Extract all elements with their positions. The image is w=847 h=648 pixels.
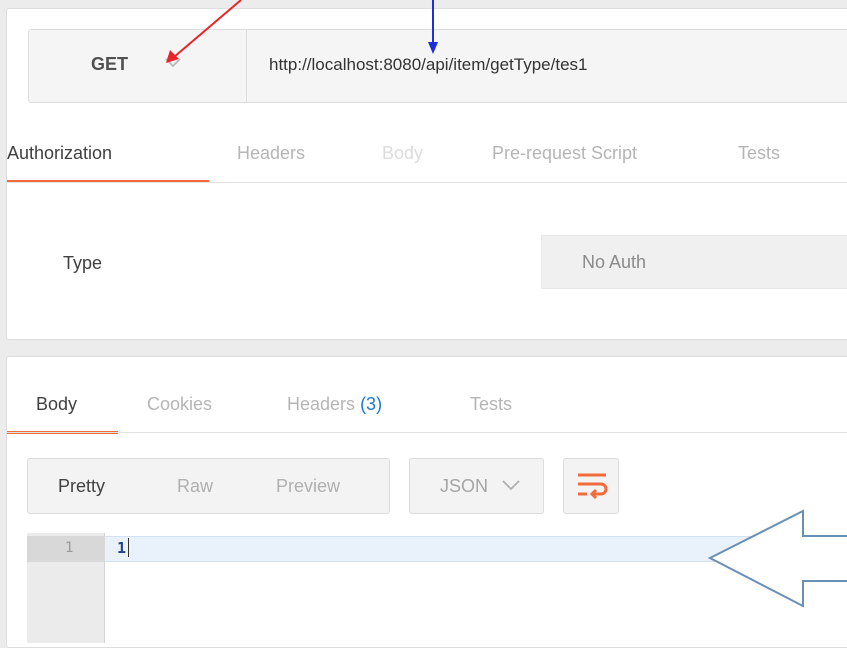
tab-pre-request-script[interactable]: Pre-request Script	[492, 143, 637, 164]
tab-tests[interactable]: Tests	[738, 143, 780, 164]
chevron-down-icon	[502, 478, 520, 496]
active-line-highlight	[105, 536, 847, 562]
headers-count-badge: (3)	[360, 394, 383, 414]
view-raw-button[interactable]: Raw	[177, 476, 213, 497]
response-tab-body[interactable]: Body	[36, 394, 77, 415]
auth-type-label: Type	[63, 253, 103, 273]
format-label: JSON	[440, 476, 489, 496]
tab-headers[interactable]: Headers	[237, 143, 305, 164]
response-tab-tests[interactable]: Tests	[470, 394, 512, 415]
view-preview-button[interactable]: Preview	[276, 476, 340, 497]
url-input[interactable]: http://localhost:8080/api/item/getType/t…	[269, 55, 587, 75]
chevron-down-icon	[165, 56, 181, 74]
response-tab-headers-label: Headers	[287, 394, 356, 414]
format-select[interactable]: JSON	[409, 458, 544, 514]
line-number: 1	[65, 540, 74, 556]
url-bar: GET http://localhost:8080/api/item/getTy…	[28, 29, 847, 103]
response-tab-cookies[interactable]: Cookies	[147, 394, 212, 415]
auth-type-value: No Auth	[582, 252, 647, 272]
text-cursor	[128, 538, 129, 557]
wrap-lines-icon	[575, 471, 609, 506]
view-pretty-button[interactable]: Pretty	[58, 476, 105, 497]
auth-type-select[interactable]: No Auth	[541, 235, 847, 289]
response-tab-divider	[6, 432, 847, 433]
tab-authorization[interactable]: Authorization	[7, 143, 112, 164]
response-tab-headers[interactable]: Headers (3)	[287, 394, 382, 415]
wrap-lines-button[interactable]	[563, 458, 619, 514]
tab-divider	[6, 182, 847, 183]
response-content: 1	[117, 539, 127, 557]
tab-body[interactable]: Body	[382, 143, 423, 164]
response-editor[interactable]: 1 1	[27, 533, 847, 643]
method-select[interactable]: GET	[29, 30, 247, 102]
view-mode-group: Pretty Raw Preview	[27, 458, 390, 514]
method-label: GET	[91, 54, 129, 74]
